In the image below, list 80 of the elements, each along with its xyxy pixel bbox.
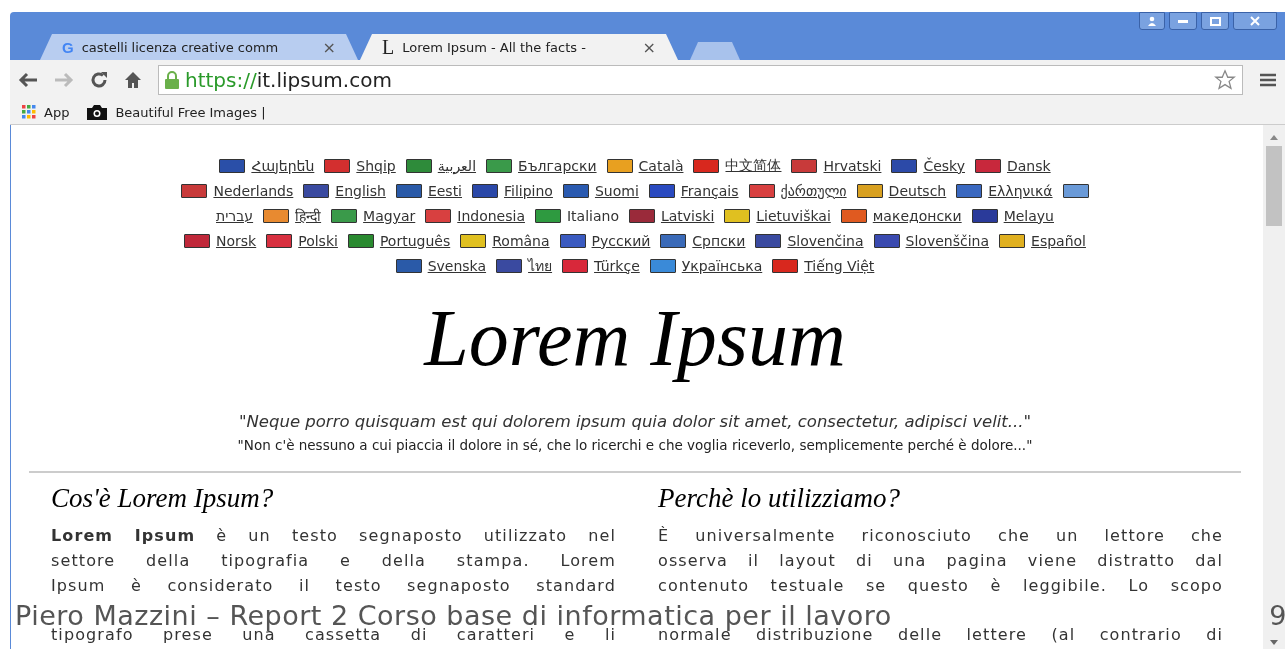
language-link[interactable]: Српски	[692, 232, 746, 249]
star-icon[interactable]	[1214, 69, 1236, 91]
tab-favicon: L	[382, 35, 395, 59]
back-icon[interactable]	[18, 72, 38, 88]
language-link[interactable]: Norsk	[216, 232, 257, 249]
menu-icon[interactable]	[1259, 72, 1277, 88]
language-link[interactable]: Svenska	[427, 257, 487, 274]
language-link[interactable]: Shqip	[356, 157, 396, 174]
language-link[interactable]: Filipino	[504, 182, 553, 199]
language-link[interactable]: العربية	[437, 157, 477, 174]
home-icon[interactable]	[124, 71, 142, 89]
language-link[interactable]: Lietuviškai	[756, 207, 831, 224]
language-link[interactable]: Українська	[681, 257, 763, 274]
scroll-down-icon[interactable]	[1270, 640, 1278, 645]
lock-icon	[165, 71, 179, 89]
quote-translation: "Non c'è nessuno a cui piaccia il dolore in sé, che lo ricerchi e che voglia riceverlo, semplicemente perché è dolore..."	[237, 437, 1033, 453]
language-link[interactable]: ไทย	[528, 254, 553, 277]
close-button[interactable]	[1233, 12, 1277, 30]
language-link[interactable]: Ελληνικά	[988, 182, 1053, 199]
section-heading: Perchè lo utilizziamo?	[658, 483, 901, 514]
url-text: https://it.lipsum.com	[185, 68, 392, 92]
bookmark[interactable]: App	[22, 104, 70, 120]
language-link[interactable]: Polski	[298, 232, 338, 249]
person-icon	[1147, 16, 1157, 26]
grid-icon	[22, 105, 36, 119]
language-link[interactable]: Nederlands	[213, 182, 294, 199]
language-link[interactable]: македонски	[872, 207, 962, 224]
profile-button[interactable]	[1139, 12, 1165, 30]
bookmark[interactable]: Beautiful Free Images |	[87, 104, 266, 120]
language-link[interactable]: Slovenščina	[905, 232, 990, 249]
language-link[interactable]: Suomi	[594, 182, 639, 199]
scroll-thumb[interactable]	[1266, 146, 1282, 226]
language-link[interactable]: Deutsch	[888, 182, 947, 199]
language-link[interactable]: Türkçe	[594, 257, 640, 274]
language-link[interactable]: Româna	[492, 232, 550, 249]
language-link[interactable]: Hrvatski	[823, 157, 882, 174]
tab-favicon: G	[62, 38, 74, 56]
language-link[interactable]: हिन्दी	[295, 206, 322, 225]
language-link[interactable]: Русский	[591, 232, 651, 249]
language-link[interactable]: Български	[518, 157, 597, 174]
language-link[interactable]: English	[335, 182, 386, 199]
reload-icon[interactable]	[90, 71, 108, 89]
tab-close-button[interactable]: ×	[642, 37, 656, 57]
scroll-up-icon[interactable]	[1270, 135, 1278, 140]
language-link[interactable]: Italiano	[566, 207, 619, 224]
tab-title: castelli licenza creative comm	[81, 39, 280, 55]
language-link[interactable]: 中文简体	[725, 156, 782, 175]
minimize-button[interactable]	[1169, 12, 1197, 30]
language-link[interactable]: Česky	[923, 157, 965, 174]
scrollbar[interactable]	[1263, 125, 1285, 649]
tab-close-button[interactable]: ×	[322, 37, 336, 57]
page-number: 9	[1269, 604, 1285, 628]
language-link[interactable]: Tiếng Việt	[804, 257, 875, 274]
language-link[interactable]: Հայերեն	[251, 157, 315, 174]
language-link[interactable]: Eesti	[427, 182, 462, 199]
maximize-icon	[1209, 16, 1221, 26]
language-link[interactable]: Português	[379, 232, 451, 249]
language-link[interactable]: ქართული	[780, 182, 847, 199]
minimize-icon	[1178, 19, 1188, 23]
language-link[interactable]: עברית	[216, 207, 254, 224]
browser-tab[interactable]: G castelli licenza creative comm ×	[40, 34, 358, 60]
language-link[interactable]: Indonesia	[457, 207, 525, 224]
language-link[interactable]: Slovenčina	[787, 232, 864, 249]
tab-title: Lorem Ipsum - All the facts -	[402, 39, 587, 55]
close-icon	[1250, 16, 1260, 26]
address-bar[interactable]: https://it.lipsum.com	[158, 65, 1243, 95]
language-link[interactable]: Melayu	[1003, 207, 1054, 224]
language-link[interactable]: Français	[680, 182, 739, 199]
section-heading: Cos'è Lorem Ipsum?	[51, 483, 275, 514]
browser-tab[interactable]: L Lorem Ipsum - All the facts - ×	[360, 34, 678, 60]
maximize-button[interactable]	[1201, 12, 1229, 30]
language-link[interactable]: Magyar	[363, 207, 416, 224]
camera-icon	[87, 104, 108, 120]
language-link[interactable]: Español	[1031, 232, 1086, 249]
section-paragraph: È universalmente riconosciuto che un lettore che osserva il layout di una pagina viene distratto dal contenuto testuale se questo è leggibile. Lo scopo	[658, 525, 1223, 597]
language-link[interactable]: Català	[638, 157, 684, 174]
language-link[interactable]: Latviski	[660, 207, 715, 224]
quote: "Neque porro quisquam est qui dolorem ipsum quia dolor sit amet, consectetur, adipisci velit..."	[238, 412, 1032, 431]
section-paragraph: Lorem Ipsum è un testo segnaposto utilizzato nel settore della tipografia e della stampa. Lorem Ipsum è considerato il testo segnaposto standard	[51, 525, 616, 597]
language-link[interactable]: Dansk	[1007, 157, 1051, 174]
